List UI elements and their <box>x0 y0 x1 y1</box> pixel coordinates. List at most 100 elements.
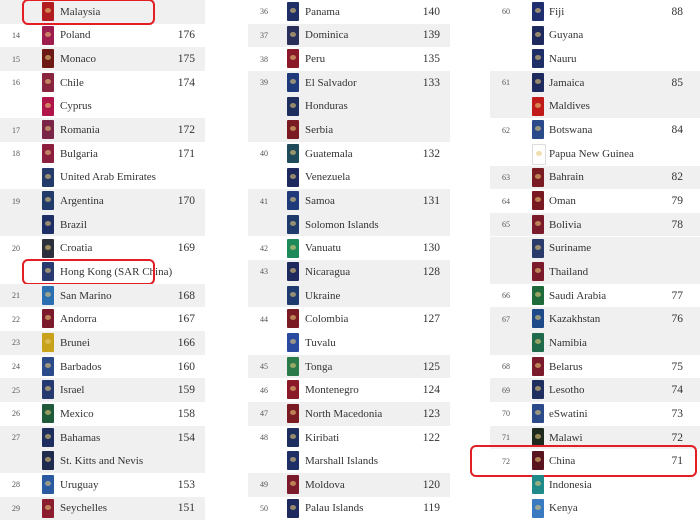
country-name: Kiribati <box>305 431 340 444</box>
visa-free-score: 153 <box>177 478 195 491</box>
country-name: Nicaragua <box>305 265 351 278</box>
table-row: 37 Dominica 139 <box>248 23 450 48</box>
rank-number: 70 <box>502 409 510 419</box>
table-row: 15 Monaco 175 <box>0 47 205 71</box>
rank-number: 41 <box>260 196 268 206</box>
rank-number: 37 <box>260 30 268 40</box>
visa-free-score: 122 <box>422 431 440 444</box>
passport-icon <box>42 96 54 116</box>
country-name: Kazakhstan <box>549 313 601 326</box>
passport-icon <box>532 191 544 211</box>
table-row: 61 Jamaica 85 <box>490 70 700 95</box>
table-row: 44 Colombia 127 <box>248 307 450 331</box>
passport-icon <box>532 143 546 165</box>
country-name: Argentina <box>60 195 104 207</box>
visa-free-score: 132 <box>422 147 440 160</box>
table-row: St. Kitts and Nevis <box>0 449 205 473</box>
rank-number: 15 <box>12 54 20 64</box>
visa-free-score: 135 <box>422 53 440 66</box>
passport-icon <box>287 167 299 187</box>
passport-icon <box>42 191 54 211</box>
rank-number: 38 <box>260 54 268 64</box>
passport-icon <box>532 475 544 494</box>
rank-number: 26 <box>12 409 20 419</box>
table-row: 68 Belarus 75 <box>490 355 700 379</box>
passport-icon <box>532 356 544 376</box>
table-row: 60 Fiji 88 <box>490 0 700 24</box>
table-row: 42 Vanuatu 130 <box>248 237 450 261</box>
rank-number: 23 <box>12 338 20 348</box>
country-name: Vanuatu <box>305 242 342 255</box>
rank-number: 36 <box>260 7 268 17</box>
rank-number: 24 <box>12 362 20 372</box>
rank-number: 18 <box>12 149 20 159</box>
table-row: Namibia <box>490 331 700 355</box>
visa-free-score: 151 <box>177 502 195 515</box>
passport-icon <box>532 427 544 447</box>
passport-icon <box>42 380 54 400</box>
country-name: El Salvador <box>305 76 357 89</box>
passport-icon <box>532 309 544 329</box>
table-row: 14 Poland 176 <box>0 24 205 48</box>
passport-icon <box>42 49 54 69</box>
passport-icon <box>42 285 54 305</box>
country-name: Seychelles <box>60 502 108 515</box>
rank-number: 14 <box>12 30 20 40</box>
rank-number: 40 <box>260 149 268 159</box>
passport-icon <box>42 167 54 187</box>
table-row: 50 Palau Islands 119 <box>248 497 450 520</box>
table-row: 25 Israel 159 <box>0 378 205 403</box>
passport-icon <box>287 143 299 163</box>
country-name: St. Kitts and Nevis <box>60 455 144 468</box>
passport-icon <box>42 214 54 234</box>
visa-free-score: 72 <box>671 431 684 444</box>
table-row: 29 Seychelles 151 <box>0 496 205 520</box>
table-row: 23 Brunei 166 <box>0 331 205 355</box>
country-name: Suriname <box>549 242 592 255</box>
table-row: Venezuela <box>248 166 450 190</box>
passport-icon <box>532 404 544 424</box>
table-row: 45 Tonga 125 <box>248 354 450 379</box>
table-row: 63 Bahrain 82 <box>490 165 700 190</box>
table-row: Guyana <box>490 24 700 48</box>
visa-free-score: 159 <box>177 384 195 397</box>
passport-icon <box>287 356 299 376</box>
country-name: Moldova <box>305 478 345 491</box>
rank-number: 68 <box>502 362 510 372</box>
country-name: Solomon Islands <box>305 218 379 231</box>
country-name: United Arab Emirates <box>60 171 156 184</box>
country-name: Uruguay <box>60 478 99 491</box>
table-row: 17 Romania 172 <box>0 118 205 142</box>
table-row: 39 El Salvador 133 <box>248 70 450 95</box>
country-name: Poland <box>60 29 91 42</box>
visa-free-score: 88 <box>671 5 684 18</box>
passport-icon <box>287 451 299 471</box>
passport-icon <box>532 167 544 187</box>
table-row: 21 San Marino 168 <box>0 283 205 308</box>
rank-number: 63 <box>502 172 510 182</box>
country-name: Andorra <box>60 313 97 326</box>
passport-icon <box>532 49 544 69</box>
visa-free-score: 166 <box>177 336 195 349</box>
visa-free-score: 119 <box>423 502 440 515</box>
visa-free-score: 131 <box>422 195 440 207</box>
country-name: Panama <box>305 5 340 18</box>
passport-icon <box>287 475 299 494</box>
rank-number: 29 <box>12 503 20 513</box>
rank-number: 65 <box>502 220 510 230</box>
visa-free-score: 130 <box>422 242 440 255</box>
country-name: Nauru <box>549 53 577 66</box>
visa-free-score: 75 <box>671 360 684 373</box>
visa-free-score: 175 <box>177 53 195 66</box>
passport-icon <box>287 427 299 447</box>
country-name: Serbia <box>305 124 334 137</box>
rank-number: 17 <box>12 125 20 135</box>
country-name: Bolivia <box>549 218 582 231</box>
rank-number: 42 <box>260 243 268 253</box>
country-name: Thailand <box>549 265 589 278</box>
visa-free-score: 73 <box>671 407 684 420</box>
table-row: Marshall Islands <box>248 449 450 473</box>
country-name: Marshall Islands <box>305 455 379 468</box>
passport-icon <box>287 72 299 92</box>
table-row: 69 Lesotho 74 <box>490 378 700 403</box>
